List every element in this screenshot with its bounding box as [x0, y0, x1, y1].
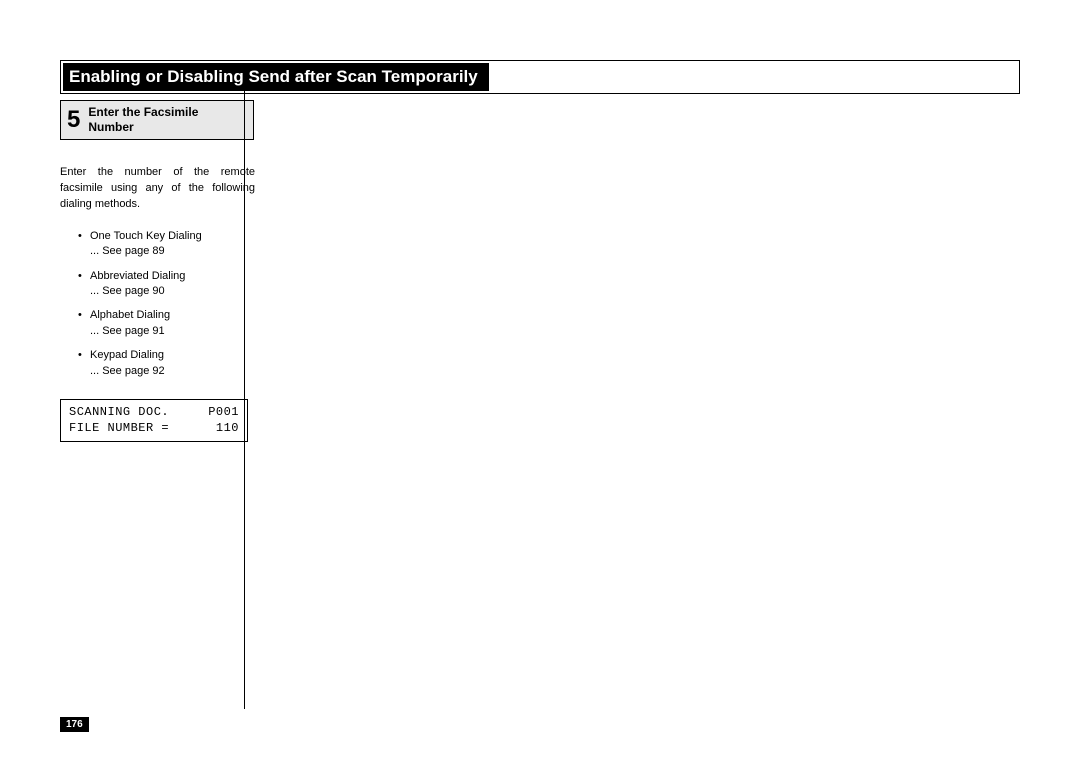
lcd-line-1: SCANNING DOC. P001 [69, 405, 239, 421]
list-item-ref: ... See page 90 [90, 284, 255, 299]
column-divider [244, 91, 245, 709]
lcd-line1-left: SCANNING DOC. [69, 405, 169, 421]
section-title-bar: Enabling or Disabling Send after Scan Te… [60, 60, 1020, 94]
list-item: Keypad Dialing ... See page 92 [78, 348, 255, 379]
step-heading-box: 5 Enter the Facsimile Number [60, 100, 254, 140]
dialing-methods-list: One Touch Key Dialing ... See page 89 Ab… [60, 229, 255, 379]
section-title: Enabling or Disabling Send after Scan Te… [63, 63, 489, 91]
step-title-line2: Number [88, 120, 133, 134]
list-item-label: Keypad Dialing [90, 349, 164, 361]
list-item-ref: ... See page 91 [90, 324, 255, 339]
lcd-display: SCANNING DOC. P001 FILE NUMBER = 110 [60, 399, 248, 442]
list-item-label: One Touch Key Dialing [90, 230, 202, 242]
lead-paragraph: Enter the number of the remote facsimile… [60, 165, 255, 213]
list-item-label: Alphabet Dialing [90, 309, 170, 321]
step-number: 5 [67, 108, 80, 132]
list-item-ref: ... See page 92 [90, 364, 255, 379]
list-item: Abbreviated Dialing ... See page 90 [78, 269, 255, 300]
list-item: One Touch Key Dialing ... See page 89 [78, 229, 255, 260]
lcd-line2-left: FILE NUMBER = [69, 421, 169, 437]
list-item: Alphabet Dialing ... See page 91 [78, 308, 255, 339]
lcd-line-2: FILE NUMBER = 110 [69, 421, 239, 437]
page-content: Enabling or Disabling Send after Scan Te… [60, 60, 1020, 442]
lcd-line2-right: 110 [208, 421, 239, 437]
step-title: Enter the Facsimile Number [88, 105, 198, 135]
content-column: Enter the number of the remote facsimile… [60, 165, 255, 442]
list-item-label: Abbreviated Dialing [90, 270, 185, 282]
step-title-line1: Enter the Facsimile [88, 105, 198, 119]
lcd-line1-right: P001 [208, 405, 239, 421]
page-number: 176 [60, 717, 89, 732]
list-item-ref: ... See page 89 [90, 244, 255, 259]
